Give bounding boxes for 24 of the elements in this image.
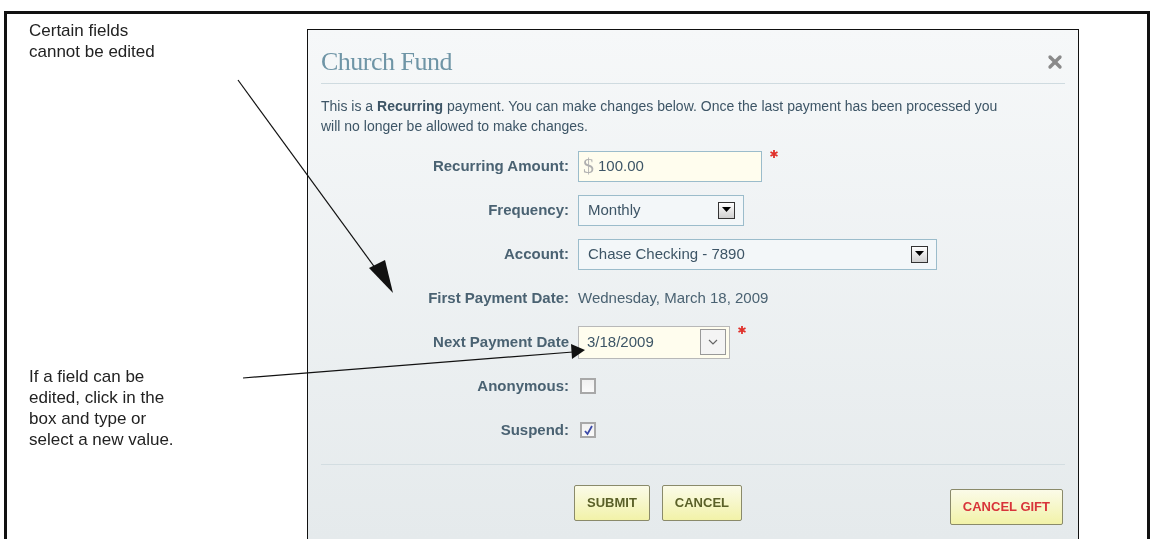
field-value: Wednesday, March 18, 2009 [578, 287, 769, 308]
field-label: Next Payment Date [432, 331, 570, 352]
field-label: Anonymous: [476, 375, 570, 396]
currency-symbol: $ [583, 155, 594, 177]
select-field[interactable]: Chase Checking - 7890 [578, 238, 937, 270]
amount-input[interactable]: $ 100.00 [578, 150, 762, 182]
checkbox[interactable] [580, 422, 596, 438]
field-label: First Payment Date: [427, 287, 570, 308]
date-field[interactable]: 3/18/2009 [578, 325, 730, 359]
field-label: Recurring Amount: [431, 155, 570, 176]
chevron-down-icon[interactable] [700, 329, 726, 355]
dialog-title: Church Fund [321, 46, 452, 78]
dialog-button[interactable]: SUBMIT [574, 485, 650, 521]
dialog-button[interactable]: CANCEL [661, 485, 742, 521]
field-label: Suspend: [499, 419, 570, 440]
callout-text: Certain fields cannot be edited [29, 20, 156, 62]
amount-value: 100.00 [598, 155, 644, 176]
select-field[interactable]: Monthly [578, 194, 744, 226]
field-label: Account: [503, 243, 570, 264]
callout-text: If a field can be edited, click in the box and type or select a new value. [29, 366, 175, 450]
checkbox[interactable] [580, 378, 596, 394]
cancel-gift-button[interactable]: CANCEL GIFT [949, 489, 1063, 525]
field-label: Frequency: [487, 199, 570, 220]
intro-text: This is a Recurring payment. You can make changes below. Once the last payment has been processed you will no longer be allowed to make changes. [321, 97, 999, 136]
